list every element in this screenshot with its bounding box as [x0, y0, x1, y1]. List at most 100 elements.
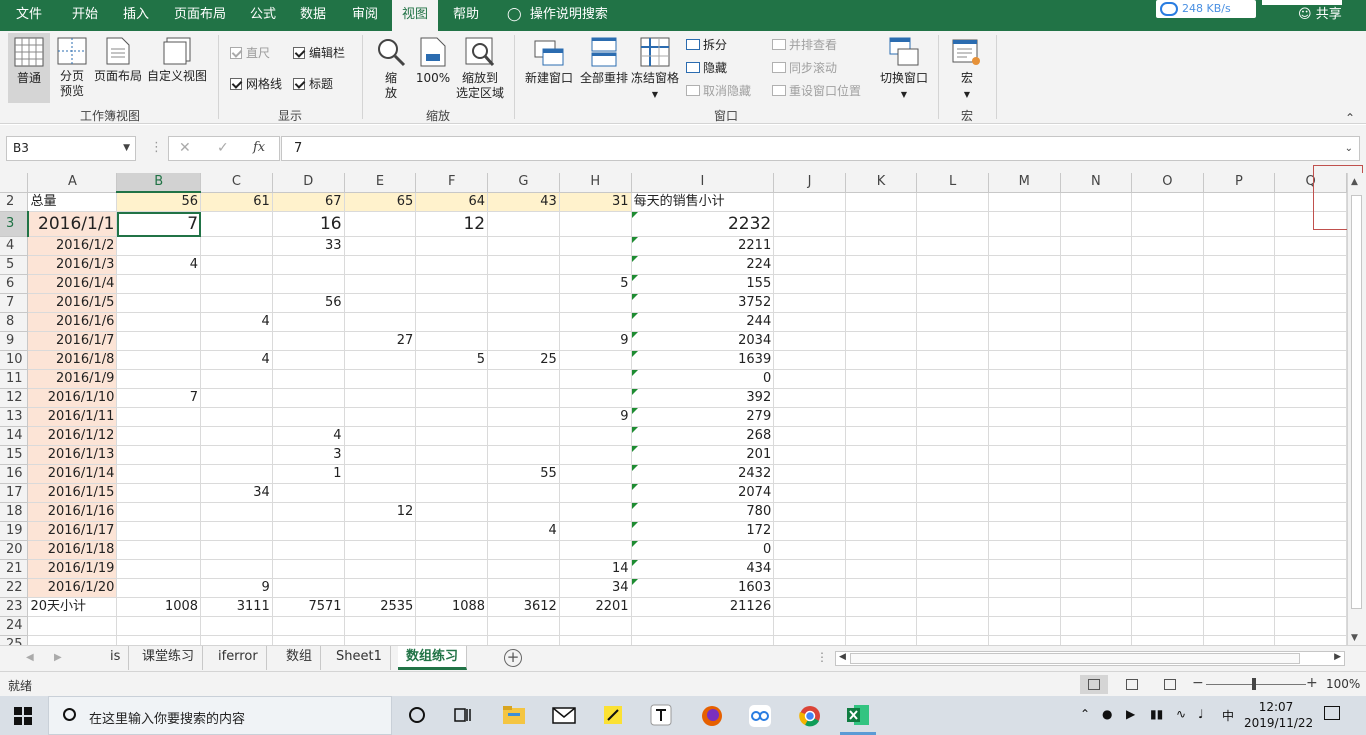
cell-c2[interactable]: 61 [200, 192, 273, 212]
zoom-to-selection-button[interactable]: 缩放到 选定区域 [452, 37, 508, 101]
cell-c25[interactable] [200, 635, 273, 645]
row-header[interactable]: 16 [0, 464, 29, 484]
cell-e10[interactable] [344, 350, 417, 370]
cell-d4[interactable]: 33 [272, 236, 345, 256]
cell-i21[interactable]: 434 [631, 559, 775, 579]
cell-a19[interactable]: 2016/1/17 [27, 521, 118, 541]
empty-cell[interactable] [1203, 445, 1276, 465]
empty-cell[interactable] [1203, 274, 1276, 294]
cell-c24[interactable] [200, 616, 273, 636]
cell-h20[interactable] [559, 540, 632, 560]
empty-cell[interactable] [773, 211, 846, 237]
system-clock[interactable]: 12:07 2019/11/22 [1244, 699, 1313, 731]
cell-g24[interactable] [487, 616, 560, 636]
drag-handle-icon[interactable]: ⋮ [150, 140, 163, 155]
row-header[interactable]: 13 [0, 407, 29, 427]
row-header[interactable]: 9 [0, 331, 29, 351]
typora-icon[interactable] [650, 704, 674, 726]
cell-b15[interactable] [116, 445, 202, 465]
empty-cell[interactable] [1060, 274, 1133, 294]
empty-cell[interactable] [916, 388, 989, 408]
cell-f3[interactable]: 12 [415, 211, 489, 237]
cell-e19[interactable] [344, 521, 417, 541]
firefox-icon[interactable] [700, 704, 724, 726]
cell-d25[interactable] [272, 635, 345, 645]
view-side-by-side-button[interactable]: 并排查看 [772, 37, 837, 53]
empty-cell[interactable] [1203, 388, 1276, 408]
empty-cell[interactable] [1131, 426, 1204, 446]
cell-i6[interactable]: 155 [631, 274, 775, 294]
empty-cell[interactable] [1203, 211, 1276, 237]
empty-cell[interactable] [845, 236, 918, 256]
empty-cell[interactable] [988, 255, 1061, 275]
cell-e25[interactable] [344, 635, 417, 645]
cell-b20[interactable] [116, 540, 202, 560]
headings-checkbox[interactable]: 标题 [293, 76, 333, 92]
cell-d19[interactable] [272, 521, 345, 541]
empty-cell[interactable] [1203, 350, 1276, 370]
empty-cell[interactable] [1274, 559, 1347, 579]
vertical-scrollbar[interactable]: ▲ ▼ [1347, 173, 1366, 645]
column-header-o[interactable]: O [1131, 173, 1204, 193]
row-header[interactable]: 7 [0, 293, 29, 313]
empty-cell[interactable] [916, 407, 989, 427]
cell-e18[interactable]: 12 [344, 502, 417, 522]
sheet-tab[interactable]: Sheet1 [328, 646, 391, 670]
cell-i17[interactable]: 2074 [631, 483, 775, 503]
qq-tray-icon[interactable]: ● [1102, 707, 1112, 721]
empty-cell[interactable] [773, 540, 846, 560]
cell-i2[interactable]: 每天的销售小计 [631, 192, 775, 212]
cell-h25[interactable] [559, 635, 632, 645]
empty-cell[interactable] [1203, 293, 1276, 313]
empty-cell[interactable] [1060, 464, 1133, 484]
cell-i8[interactable]: 244 [631, 312, 775, 332]
row-header[interactable]: 11 [0, 369, 29, 389]
empty-cell[interactable] [845, 464, 918, 484]
empty-cell[interactable] [1274, 502, 1347, 522]
empty-cell[interactable] [988, 312, 1061, 332]
empty-cell[interactable] [1060, 211, 1133, 237]
cell-c17[interactable]: 34 [200, 483, 273, 503]
empty-cell[interactable] [1274, 483, 1347, 503]
empty-cell[interactable] [773, 426, 846, 446]
cell-d15[interactable]: 3 [272, 445, 345, 465]
empty-cell[interactable] [1131, 369, 1204, 389]
empty-cell[interactable] [773, 236, 846, 256]
empty-cell[interactable] [1274, 464, 1347, 484]
cell-a14[interactable]: 2016/1/12 [27, 426, 118, 446]
column-header-b[interactable]: B [116, 173, 202, 193]
cell-e6[interactable] [344, 274, 417, 294]
column-header-f[interactable]: F [415, 173, 489, 193]
file-explorer-icon[interactable] [502, 704, 526, 726]
cell-b24[interactable] [116, 616, 202, 636]
cell-h24[interactable] [559, 616, 632, 636]
cell-i9[interactable]: 2034 [631, 331, 775, 351]
cell-f4[interactable] [415, 236, 489, 256]
freeze-panes-button[interactable]: 冻结窗格 ▼ [630, 37, 680, 102]
empty-cell[interactable] [1060, 236, 1133, 256]
empty-cell[interactable] [845, 369, 918, 389]
empty-cell[interactable] [988, 211, 1061, 237]
empty-cell[interactable] [1203, 483, 1276, 503]
cell-b14[interactable] [116, 426, 202, 446]
cell-f6[interactable] [415, 274, 489, 294]
row-header[interactable]: 24 [0, 616, 29, 636]
empty-cell[interactable] [1274, 255, 1347, 275]
cell-h23[interactable]: 2201 [559, 597, 632, 617]
empty-cell[interactable] [845, 559, 918, 579]
cell-g8[interactable] [487, 312, 560, 332]
empty-cell[interactable] [845, 426, 918, 446]
taskbar-search-box[interactable]: 在这里输入你要搜索的内容 [48, 696, 392, 735]
cell-b11[interactable] [116, 369, 202, 389]
empty-cell[interactable] [1060, 293, 1133, 313]
row-header[interactable]: 18 [0, 502, 29, 522]
cancel-icon[interactable]: ✕ [179, 140, 191, 156]
cell-e23[interactable]: 2535 [344, 597, 417, 617]
empty-cell[interactable] [916, 293, 989, 313]
zoom-out-button[interactable]: − [1192, 675, 1204, 691]
add-sheet-button[interactable]: + [504, 649, 522, 667]
cell-g12[interactable] [487, 388, 560, 408]
cell-h16[interactable] [559, 464, 632, 484]
empty-cell[interactable] [1203, 464, 1276, 484]
cell-e4[interactable] [344, 236, 417, 256]
